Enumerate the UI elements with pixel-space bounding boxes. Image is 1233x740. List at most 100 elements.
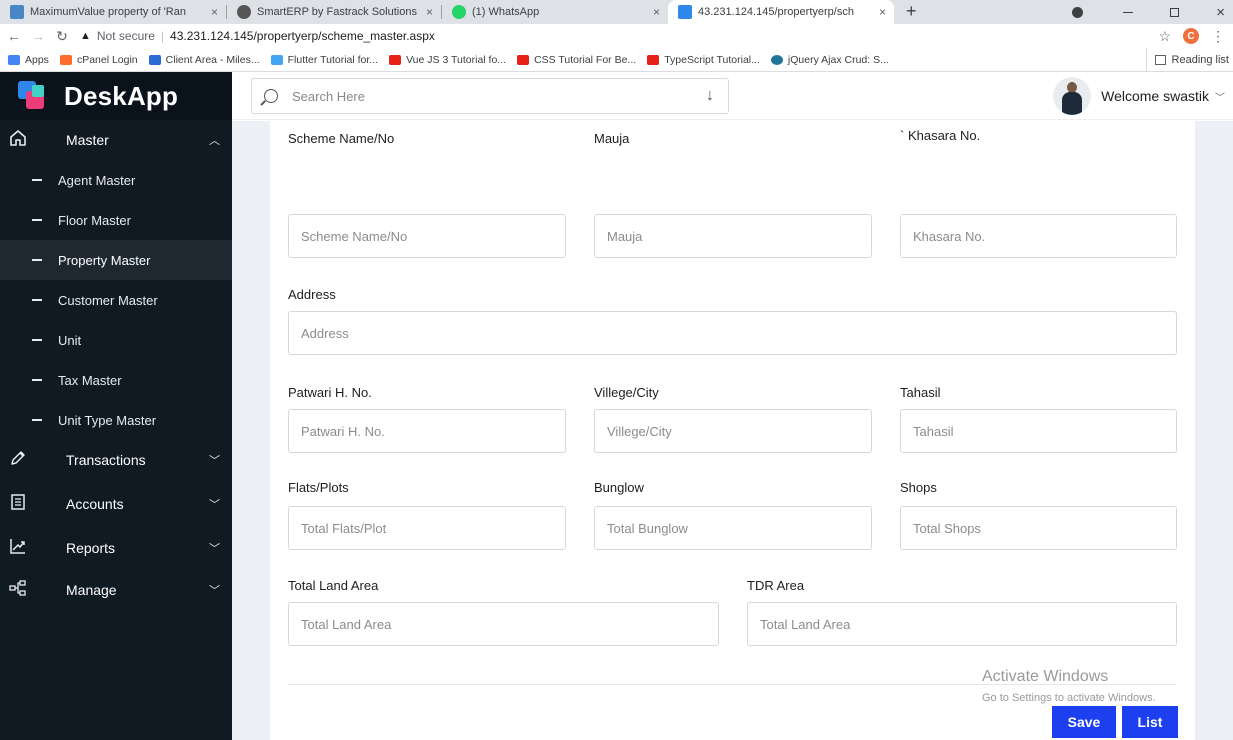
tab-title: MaximumValue property of 'Ran bbox=[30, 6, 186, 18]
bookmark-vue[interactable]: Vue JS 3 Tutorial fo... bbox=[389, 54, 506, 66]
chevron-down-icon: ﹀ bbox=[1215, 92, 1225, 104]
sidebar-item-label: Tax Master bbox=[58, 372, 122, 388]
patwari-label: Patwari H. No. bbox=[288, 385, 372, 400]
bookmark-label: TypeScript Tutorial... bbox=[664, 53, 760, 66]
tab-favicon-icon bbox=[10, 5, 24, 19]
shops-input[interactable] bbox=[900, 506, 1177, 550]
sidebar-item-customer-master[interactable]: Customer Master bbox=[0, 280, 232, 320]
arrow-down-icon[interactable]: ↓ bbox=[706, 87, 714, 105]
sidebar-item-transactions[interactable]: Transactions ﹀ bbox=[0, 440, 232, 480]
activate-windows-watermark: Activate Windows bbox=[982, 668, 1109, 685]
tab-title: (1) WhatsApp bbox=[472, 6, 540, 18]
bunglow-input[interactable] bbox=[594, 506, 872, 550]
brand[interactable]: DeskApp bbox=[0, 72, 232, 120]
dash-icon bbox=[32, 259, 42, 261]
home-icon bbox=[8, 129, 28, 152]
sidebar-item-floor-master[interactable]: Floor Master bbox=[0, 200, 232, 240]
omnibox[interactable]: ▲ Not secure | 43.231.124.145/propertyer… bbox=[80, 29, 435, 43]
bookmark-css[interactable]: CSS Tutorial For Be... bbox=[517, 54, 636, 66]
address-label: Address bbox=[288, 287, 336, 302]
youtube-icon bbox=[647, 54, 660, 65]
forward-arrow-icon[interactable]: → bbox=[28, 28, 48, 44]
scheme-name-input[interactable] bbox=[288, 214, 566, 258]
reading-list-label: Reading list bbox=[1171, 54, 1229, 66]
sidebar-item-master[interactable]: Master ︿ bbox=[0, 120, 232, 160]
list-button[interactable]: List bbox=[1122, 706, 1178, 738]
search-box[interactable]: ↓ bbox=[251, 78, 729, 114]
sidebar-item-label: Property Master bbox=[58, 252, 151, 268]
back-arrow-icon[interactable]: ← bbox=[4, 28, 24, 44]
land-area-label: Total Land Area bbox=[288, 578, 379, 593]
apps-grid-icon bbox=[8, 54, 20, 65]
bookmark-label: jQuery Ajax Crud: S... bbox=[787, 53, 889, 66]
chevron-down-icon: ﹀ bbox=[209, 455, 220, 467]
flats-input[interactable] bbox=[288, 506, 566, 550]
flats-label: Flats/Plots bbox=[288, 480, 349, 495]
tab-title: 43.231.124.145/propertyerp/sch bbox=[698, 6, 854, 18]
document-icon bbox=[8, 493, 28, 516]
reload-icon[interactable]: ↻ bbox=[52, 28, 72, 45]
browser-tab-active[interactable]: 43.231.124.145/propertyerp/sch × bbox=[668, 0, 894, 24]
bookmark-label: CSS Tutorial For Be... bbox=[534, 53, 637, 66]
scheme-name-label: Scheme Name/No bbox=[288, 131, 395, 146]
search-icon bbox=[264, 89, 278, 103]
reading-list-button[interactable]: Reading list bbox=[1145, 48, 1229, 72]
tahasil-input[interactable] bbox=[900, 409, 1177, 453]
sidebar-item-manage[interactable]: Manage ﹀ bbox=[0, 570, 232, 610]
mauja-input[interactable] bbox=[594, 214, 872, 258]
hierarchy-icon bbox=[8, 579, 28, 602]
land-area-input[interactable] bbox=[288, 602, 719, 646]
kebab-menu-icon[interactable]: ⋮ bbox=[1211, 28, 1225, 45]
tab-close-icon[interactable]: × bbox=[879, 5, 886, 19]
sidebar-item-unit[interactable]: Unit bbox=[0, 320, 232, 360]
tdr-area-label: TDR Area bbox=[747, 578, 805, 593]
bookmark-cpanel[interactable]: cPanel Login bbox=[59, 54, 138, 66]
sidebar-item-label: Reports bbox=[66, 540, 116, 556]
sidebar-item-property-master[interactable]: Property Master bbox=[0, 240, 232, 280]
star-bookmark-icon[interactable]: ☆ bbox=[1158, 28, 1171, 45]
bookmark-client-area[interactable]: Client Area - Miles... bbox=[148, 54, 260, 66]
tab-close-icon[interactable]: × bbox=[211, 5, 218, 19]
save-button[interactable]: Save bbox=[1052, 706, 1116, 738]
user-menu[interactable]: Welcome swastik ﹀ bbox=[1053, 76, 1225, 116]
bookmark-flutter[interactable]: Flutter Tutorial for... bbox=[270, 54, 378, 66]
browser-menu-icon[interactable] bbox=[1072, 0, 1083, 24]
browser-tab-1[interactable]: MaximumValue property of 'Ran × bbox=[0, 0, 226, 24]
khasara-input[interactable] bbox=[900, 214, 1177, 258]
tdr-area-input[interactable] bbox=[747, 602, 1177, 646]
bookmark-apps[interactable]: Apps bbox=[8, 54, 49, 66]
chevron-down-icon: ﹀ bbox=[209, 543, 220, 555]
sidebar-item-label: Floor Master bbox=[58, 212, 131, 228]
restore-icon[interactable] bbox=[1170, 0, 1179, 24]
village-input[interactable] bbox=[594, 409, 872, 453]
browser-tab-2[interactable]: SmartERP by Fastrack Solutions... × bbox=[227, 0, 441, 24]
patwari-input[interactable] bbox=[288, 409, 566, 453]
browser-tab-3[interactable]: (1) WhatsApp × bbox=[442, 0, 668, 24]
browser-tab-strip: MaximumValue property of 'Ran × SmartERP… bbox=[0, 0, 1233, 24]
avatar bbox=[1053, 77, 1092, 115]
address-bar-row: ← → ↻ ▲ Not secure | 43.231.124.145/prop… bbox=[0, 24, 1233, 48]
reading-list-icon bbox=[1154, 55, 1166, 65]
profile-avatar[interactable]: C bbox=[1183, 28, 1199, 44]
address-bar-actions: ☆ C ⋮ bbox=[1158, 24, 1225, 48]
client-area-icon bbox=[148, 54, 161, 65]
sidebar-item-label: Accounts bbox=[66, 496, 124, 512]
url-separator: | bbox=[160, 29, 165, 43]
bookmark-typescript[interactable]: TypeScript Tutorial... bbox=[647, 54, 760, 66]
bookmark-jquery[interactable]: jQuery Ajax Crud: S... bbox=[770, 53, 889, 66]
sidebar-item-agent-master[interactable]: Agent Master bbox=[0, 160, 232, 200]
tab-close-icon[interactable]: × bbox=[426, 5, 433, 19]
sidebar-item-unit-type-master[interactable]: Unit Type Master bbox=[0, 400, 232, 440]
sidebar-item-tax-master[interactable]: Tax Master bbox=[0, 360, 232, 400]
search-input[interactable] bbox=[292, 88, 692, 104]
address-input[interactable] bbox=[288, 311, 1177, 355]
close-window-icon[interactable]: × bbox=[1216, 0, 1225, 24]
minimize-icon[interactable] bbox=[1123, 0, 1133, 24]
sidebar-item-reports[interactable]: Reports ﹀ bbox=[0, 528, 232, 568]
sidebar-item-accounts[interactable]: Accounts ﹀ bbox=[0, 484, 232, 524]
dash-icon bbox=[32, 299, 42, 301]
tab-title: SmartERP by Fastrack Solutions... bbox=[257, 6, 418, 18]
chevron-down-icon: ﹀ bbox=[209, 499, 220, 511]
new-tab-button[interactable]: + bbox=[894, 0, 929, 24]
tab-close-icon[interactable]: × bbox=[653, 5, 660, 19]
